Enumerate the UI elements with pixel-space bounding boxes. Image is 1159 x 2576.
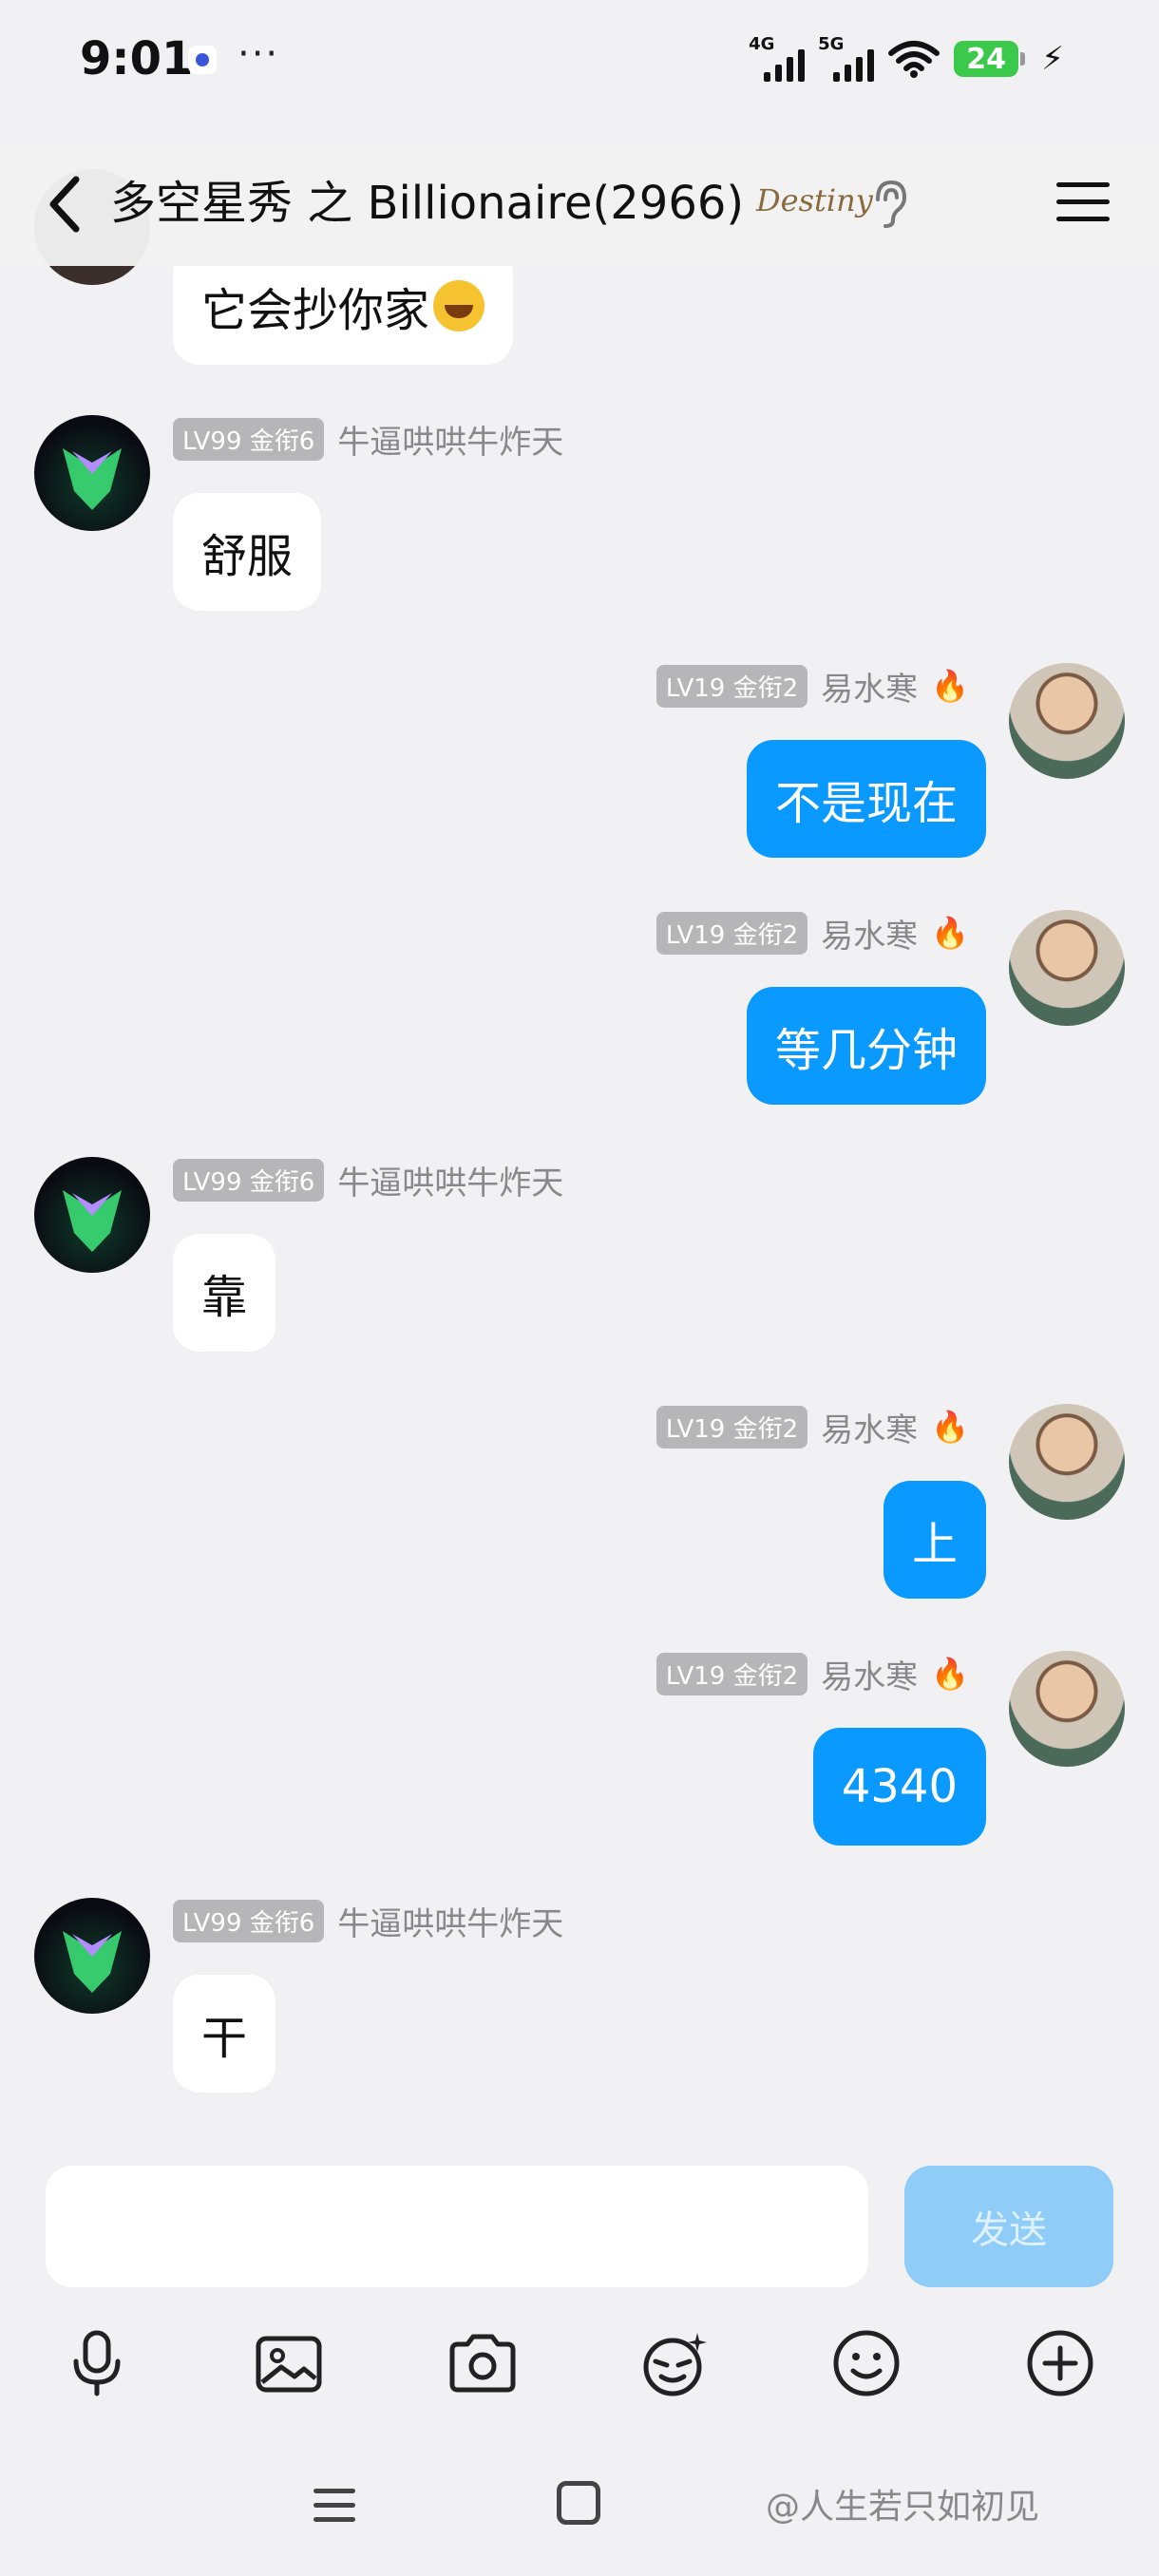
battery-icon: 24 [954,41,1026,77]
message-text: 干 [201,2012,248,2065]
emoji-sticker-icon[interactable] [635,2323,714,2403]
message-meta: LV19 金衔2 易水寒 🔥 [656,910,969,956]
message-bubble[interactable]: 上 [883,1481,986,1599]
chat-header: 多空星秀 之 Billionaire(2966) Destiny [0,142,1159,266]
message-text: 靠 [201,1271,248,1324]
message-text: 不是现在 [774,777,958,830]
charging-icon: ⚡ [1041,40,1064,78]
message-bubble[interactable]: 干 [173,1975,276,2093]
message-meta: LV99 金衔6 牛逼哄哄牛炸天 [173,1157,563,1203]
camera-icon[interactable] [443,2323,522,2403]
sender-name[interactable]: 易水寒 [821,1404,918,1450]
nav-menu-icon[interactable] [312,2487,357,2525]
back-icon[interactable] [38,166,95,242]
message-meta: LV19 金衔2 易水寒 🔥 [656,1651,969,1696]
menu-icon[interactable] [1053,171,1113,232]
flame-icon: 🔥 [931,1656,969,1692]
sender-name[interactable]: 易水寒 [821,663,918,710]
smiley-icon[interactable] [826,2323,906,2403]
sender-name[interactable]: 易水寒 [821,1651,918,1697]
message-meta: LV19 金衔2 易水寒 🔥 [656,663,969,709]
more-notifications-icon: ··· [238,32,280,76]
app-notification-icon [188,46,217,74]
level-badge: LV19 金衔2 [656,1652,808,1695]
level-badge: LV19 金衔2 [656,911,808,955]
laughing-emoji-icon [433,280,485,331]
sender-name[interactable]: 牛逼哄哄牛炸天 [337,416,563,463]
message-meta: LV99 金衔6 牛逼哄哄牛炸天 [173,416,563,462]
send-button[interactable]: 发送 [904,2166,1113,2287]
nav-home-button[interactable] [557,2481,600,2525]
level-badge: LV99 金衔6 [173,417,325,461]
flame-icon: 🔥 [931,915,969,951]
message-meta: LV99 金衔6 牛逼哄哄牛炸天 [173,1898,563,1943]
chat-title[interactable]: 多空星秀 之 Billionaire(2966) [110,165,744,232]
level-badge: LV19 金衔2 [656,1405,808,1449]
level-badge: LV99 金衔6 [173,1899,325,1942]
message-bubble[interactable]: 4340 [812,1728,986,1846]
system-indicators: 4G 5G 24 ⚡ [749,32,1064,85]
watermark: @人生若只如初见 [766,2488,1040,2527]
flame-icon: 🔥 [931,1409,969,1445]
level-badge: LV99 金衔6 [173,1158,325,1202]
composer-toolbar [0,2323,1159,2409]
my-avatar[interactable] [1009,910,1125,1026]
sender-name[interactable]: 牛逼哄哄牛炸天 [337,1157,563,1203]
message-text: 等几分钟 [774,1024,958,1077]
message-bubble[interactable]: 靠 [173,1234,276,1352]
level-badge: LV19 金衔2 [656,664,808,708]
microphone-icon[interactable] [57,2323,137,2403]
message-bubble[interactable]: 等几分钟 [746,987,986,1105]
message-text: 它会抄你家 [201,284,430,337]
clock: 9:01 [80,32,194,85]
sender-avatar[interactable] [34,415,150,531]
flame-icon: 🔥 [931,668,969,704]
message-list[interactable]: 它会抄你家 LV99 金衔6 牛逼哄哄牛炸天 舒服 LV19 金衔2 易水寒 🔥… [0,0,1159,2147]
group-badge-icon: Destiny [756,182,873,218]
sender-avatar[interactable] [34,1898,150,2014]
message-text: 4340 [841,1760,958,1813]
message-text: 上 [911,1518,958,1571]
my-avatar[interactable] [1009,1651,1125,1767]
my-avatar[interactable] [1009,1404,1125,1520]
sender-name[interactable]: 牛逼哄哄牛炸天 [337,1898,563,1944]
wifi-icon [888,41,940,78]
message-text: 舒服 [201,530,294,583]
image-icon[interactable] [249,2323,329,2403]
status-bar: 9:01 ··· 4G 5G 24 ⚡ [0,0,1159,123]
message-bubble[interactable]: 不是现在 [746,740,986,858]
my-avatar[interactable] [1009,663,1125,779]
ear-icon[interactable] [864,175,912,232]
plus-icon[interactable] [1020,2323,1100,2403]
message-bubble[interactable]: 舒服 [173,493,322,611]
signal-4g-icon: 4G [749,34,806,82]
sender-avatar[interactable] [34,1157,150,1273]
message-meta: LV19 金衔2 易水寒 🔥 [656,1404,969,1449]
sender-name[interactable]: 易水寒 [821,910,918,957]
message-input[interactable] [46,2166,868,2287]
signal-5g-icon: 5G [818,34,875,82]
